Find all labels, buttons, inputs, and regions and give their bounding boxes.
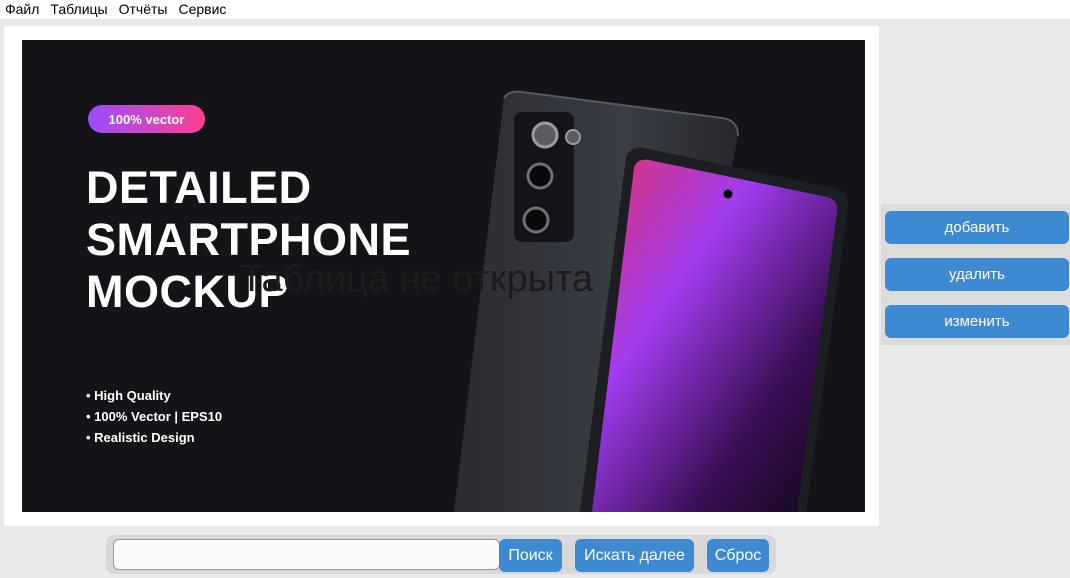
feature-item: • 100% Vector | EPS10 — [86, 409, 223, 424]
vector-badge: 100% vector — [88, 105, 205, 133]
search-bar: Поиск Искать далее Сброс — [106, 535, 776, 574]
edit-button[interactable]: изменить — [885, 305, 1069, 338]
menu-file[interactable]: Файл — [0, 1, 45, 18]
table-not-open-message: Таблица не открыта — [240, 258, 594, 300]
delete-button[interactable]: удалить — [885, 258, 1069, 291]
search-input[interactable] — [113, 539, 500, 570]
reset-button[interactable]: Сброс — [707, 539, 769, 572]
action-panel: добавить удалить изменить — [881, 204, 1070, 345]
feature-list: • High Quality • 100% Vector | EPS10 • R… — [86, 385, 222, 448]
menu-tables[interactable]: Таблицы — [45, 1, 113, 18]
search-next-button[interactable]: Искать далее — [575, 539, 694, 572]
search-button[interactable]: Поиск — [499, 539, 562, 572]
menu-bar: Файл Таблицы Отчёты Сервис — [0, 0, 1070, 19]
menu-service[interactable]: Сервис — [173, 1, 232, 18]
feature-item: • High Quality — [86, 388, 171, 403]
main-content-area: 100% vector DETAILED SMARTPHONE MOCKUP •… — [4, 26, 879, 526]
add-button[interactable]: добавить — [885, 211, 1069, 244]
feature-item: • Realistic Design — [86, 430, 195, 445]
headline-line: DETAILED — [86, 162, 312, 213]
menu-reports[interactable]: Отчёты — [114, 1, 174, 18]
